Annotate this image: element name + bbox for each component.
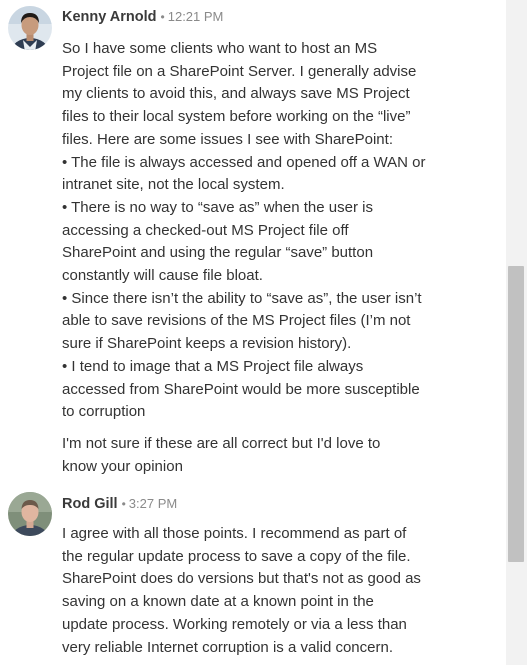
avatar-photo-icon	[8, 492, 52, 536]
text-line: accessing a checked-out MS Project file …	[62, 221, 349, 239]
message-header: Kenny Arnold • 12:21 PM	[62, 7, 223, 27]
text-line: • Since there isn’t the ability to “save…	[62, 289, 422, 307]
message-paragraph: I agree with all those points. I recomme…	[62, 523, 500, 659]
message-header: Rod Gill • 3:27 PM	[62, 494, 177, 514]
avatar[interactable]	[8, 492, 52, 536]
text-line: saving on a known date at a known point …	[62, 593, 374, 611]
text-line: So I have some clients who want to host …	[62, 40, 378, 57]
message-paragraph: So I have some clients who want to host …	[62, 38, 500, 424]
text-line: constantly will cause file bloat.	[62, 267, 263, 285]
timestamp: 3:27 PM	[128, 496, 178, 511]
text-line: update process. Working remotely or via …	[62, 615, 407, 633]
text-line: able to save revisions of the MS Project…	[62, 312, 411, 330]
separator-dot: •	[160, 10, 165, 24]
text-line: accessed from SharePoint would be more s…	[62, 380, 420, 398]
text-line: the regular update process to save a cop…	[62, 547, 411, 565]
message-body: So I have some clients who want to host …	[62, 38, 500, 478]
text-line: • I tend to image that a MS Project file…	[62, 357, 364, 375]
message-paragraph: I'm not sure if these are all correct bu…	[62, 433, 500, 478]
message-kenny-arnold: Kenny Arnold • 12:21 PM So I have some cli…	[8, 0, 506, 480]
text-line: files to their local system before worki…	[62, 108, 411, 126]
scrollbar-thumb[interactable]	[508, 266, 524, 562]
text-line: to corruption	[62, 403, 146, 421]
text-line: know your opinion	[62, 457, 183, 475]
text-line: SharePoint and using the regular “save” …	[62, 244, 374, 262]
timestamp: 12:21 PM	[167, 9, 224, 24]
text-line: I agree with all those points. I recomme…	[62, 525, 407, 542]
text-line: • The file is always accessed and opened…	[62, 153, 426, 171]
text-line: intranet site, not the local system.	[62, 176, 285, 194]
text-line: SharePoint does do versions but that's n…	[62, 570, 421, 588]
vertical-scrollbar[interactable]	[506, 0, 527, 665]
separator-dot: •	[121, 497, 126, 511]
text-line: files. Here are some issues I see with S…	[62, 130, 393, 148]
text-line: very reliable Internet corruption is a v…	[62, 638, 393, 656]
text-line: I'm not sure if these are all correct bu…	[62, 434, 381, 452]
text-line: • There is no way to “save as” when the …	[62, 198, 373, 216]
message-rod-gill: Rod Gill • 3:27 PM I agree with all those …	[8, 489, 506, 665]
message-thread: Kenny Arnold • 12:21 PM So I have some cli…	[0, 0, 506, 665]
author-name[interactable]: Kenny Arnold	[62, 9, 157, 25]
avatar-photo-icon	[8, 6, 52, 50]
text-line: Project file on a SharePoint Server. I g…	[62, 62, 417, 80]
text-line: sure if SharePoint keeps a revision hist…	[62, 335, 352, 353]
message-body: I agree with all those points. I recomme…	[62, 523, 500, 659]
text-line: my clients to avoid this, and always sav…	[62, 85, 410, 103]
author-name[interactable]: Rod Gill	[62, 496, 118, 512]
avatar[interactable]	[8, 6, 52, 50]
